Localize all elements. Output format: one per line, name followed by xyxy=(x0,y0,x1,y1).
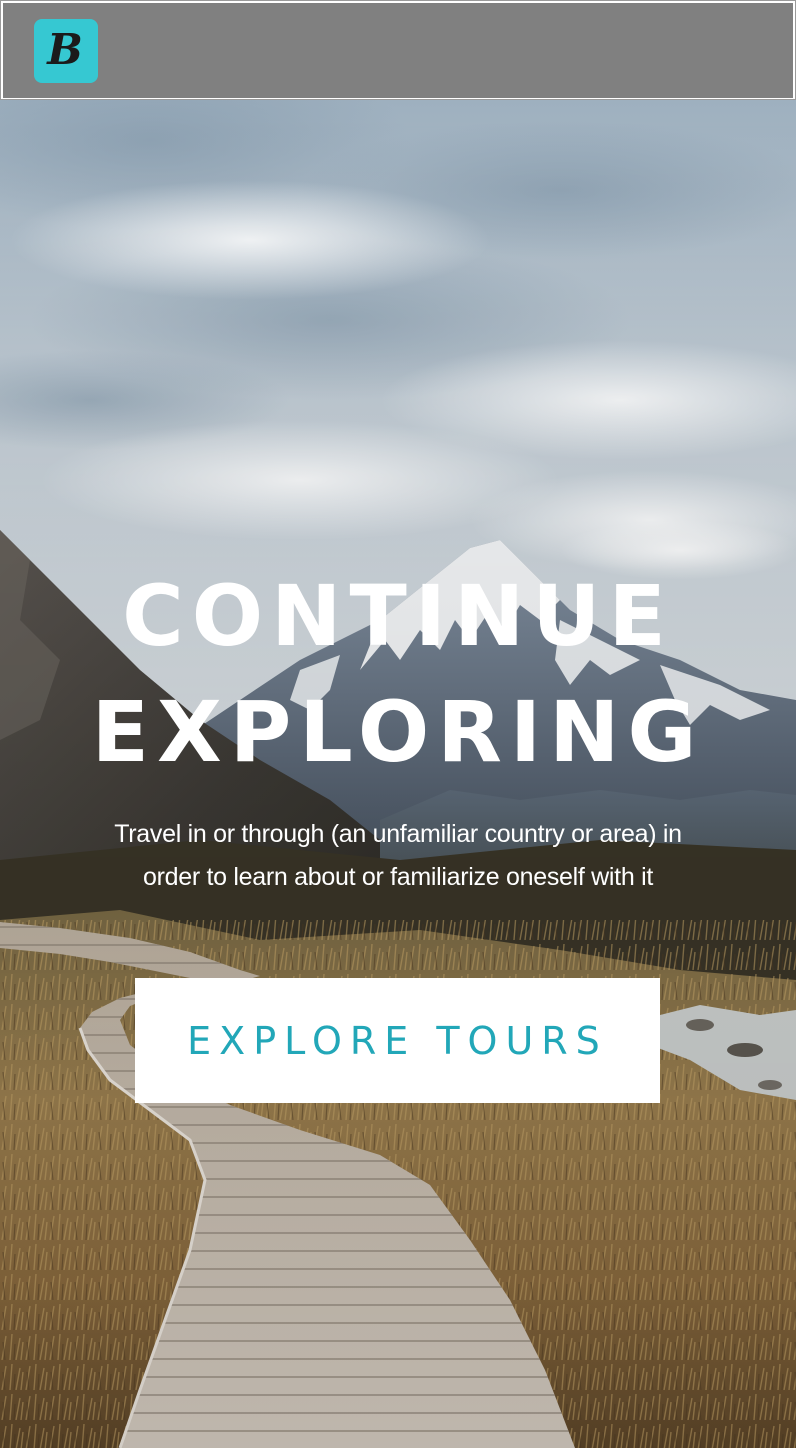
logo-link[interactable]: B xyxy=(34,19,98,83)
explore-tours-button[interactable]: EXPLORE TOURS xyxy=(135,978,660,1103)
hero-subtitle: Travel in or through (an unfamiliar coun… xyxy=(114,820,682,891)
site-header: B xyxy=(0,0,796,100)
hero-section: CONTINUE EXPLORING Travel in or through … xyxy=(0,100,796,1448)
hero-title-line-1: CONTINUE xyxy=(122,567,674,665)
logo-icon: B xyxy=(47,25,83,74)
hero-title: CONTINUE EXPLORING xyxy=(0,558,796,790)
page: B CONTINUE EXPLORING Travel in or throug… xyxy=(0,0,796,1448)
hero-title-line-2: EXPLORING xyxy=(91,683,705,781)
